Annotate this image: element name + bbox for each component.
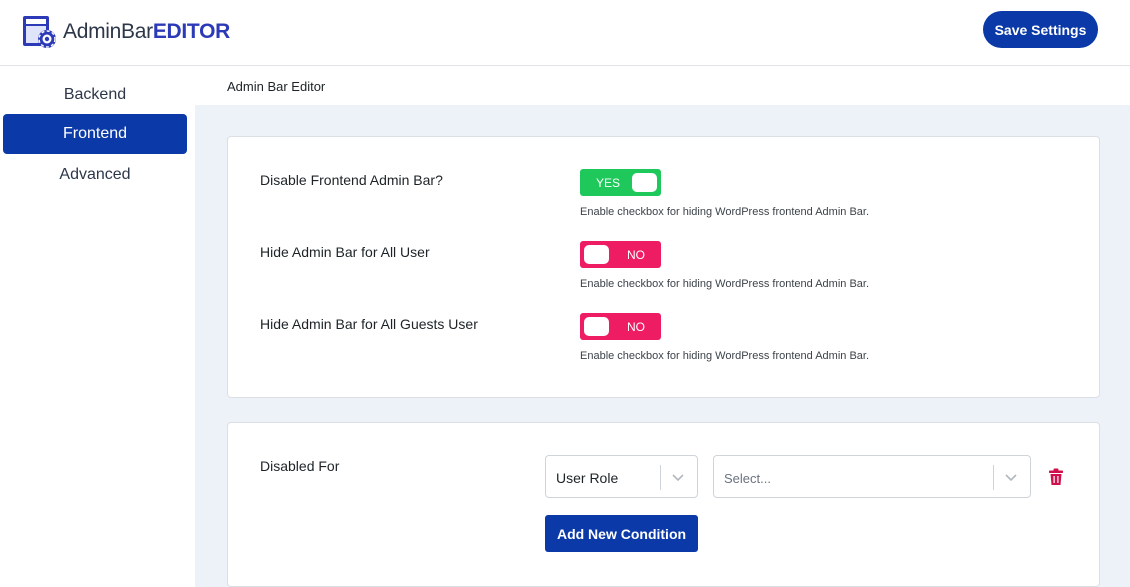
setting-label-hide-all-user: Hide Admin Bar for All User xyxy=(260,244,430,260)
top-header: AdminBarEDITOR Save Settings xyxy=(0,0,1130,66)
trash-icon[interactable] xyxy=(1048,468,1064,486)
breadcrumb: Admin Bar Editor xyxy=(227,79,326,94)
setting-help-text: Enable checkbox for hiding WordPress fro… xyxy=(580,206,870,218)
logo-text-bold: EDITOR xyxy=(152,20,230,43)
setting-help-text: Enable checkbox for hiding WordPress fro… xyxy=(580,350,870,362)
condition-value-select[interactable]: Select... xyxy=(713,455,1031,498)
toggle-knob xyxy=(584,245,609,264)
sidebar-item-advanced[interactable]: Advanced xyxy=(3,155,187,195)
admin-bar-gear-icon xyxy=(22,14,58,50)
select-separator xyxy=(993,465,994,490)
disabled-for-label: Disabled For xyxy=(260,458,340,474)
app-logo: AdminBarEDITOR xyxy=(22,14,230,50)
breadcrumb-bar: Admin Bar Editor xyxy=(195,67,1130,105)
toggle-disable-frontend[interactable]: YES xyxy=(580,169,661,196)
logo-text-light: AdminBar xyxy=(63,20,153,43)
logo-text: AdminBarEDITOR xyxy=(63,20,230,44)
toggle-knob xyxy=(632,173,657,192)
add-new-condition-button[interactable]: Add New Condition xyxy=(545,515,698,552)
toggle-hide-all-user[interactable]: NO xyxy=(580,241,661,268)
condition-type-select[interactable]: User Role xyxy=(545,455,698,498)
toggle-text: NO xyxy=(627,248,645,262)
toggle-text: NO xyxy=(627,320,645,334)
setting-label-hide-guests: Hide Admin Bar for All Guests User xyxy=(260,316,478,332)
sidebar-item-label: Advanced xyxy=(59,166,131,183)
toggle-text: YES xyxy=(596,176,621,190)
toggle-hide-guests[interactable]: NO xyxy=(580,313,661,340)
save-settings-button[interactable]: Save Settings xyxy=(983,11,1098,48)
select-separator xyxy=(660,465,661,490)
main-content: Admin Bar Editor Disable Frontend Admin … xyxy=(195,67,1130,587)
sidebar: Backend Frontend Advanced xyxy=(0,67,195,587)
sidebar-item-backend[interactable]: Backend xyxy=(3,75,187,115)
sidebar-item-label: Backend xyxy=(63,86,127,103)
setting-label-disable-frontend: Disable Frontend Admin Bar? xyxy=(260,172,443,188)
setting-help-text: Enable checkbox for hiding WordPress fro… xyxy=(580,278,870,290)
conditions-card: Disabled For User Role Select... Add New… xyxy=(227,422,1100,587)
frontend-settings-card: Disable Frontend Admin Bar? YES Enable c… xyxy=(227,136,1100,398)
sidebar-item-frontend[interactable]: Frontend xyxy=(3,114,187,154)
condition-type-value: User Role xyxy=(556,470,619,486)
chevron-down-icon[interactable] xyxy=(671,470,685,484)
condition-value-placeholder: Select... xyxy=(724,471,771,486)
sidebar-item-label: Frontend xyxy=(62,125,128,142)
chevron-down-icon[interactable] xyxy=(1004,470,1018,484)
toggle-knob xyxy=(584,317,609,336)
